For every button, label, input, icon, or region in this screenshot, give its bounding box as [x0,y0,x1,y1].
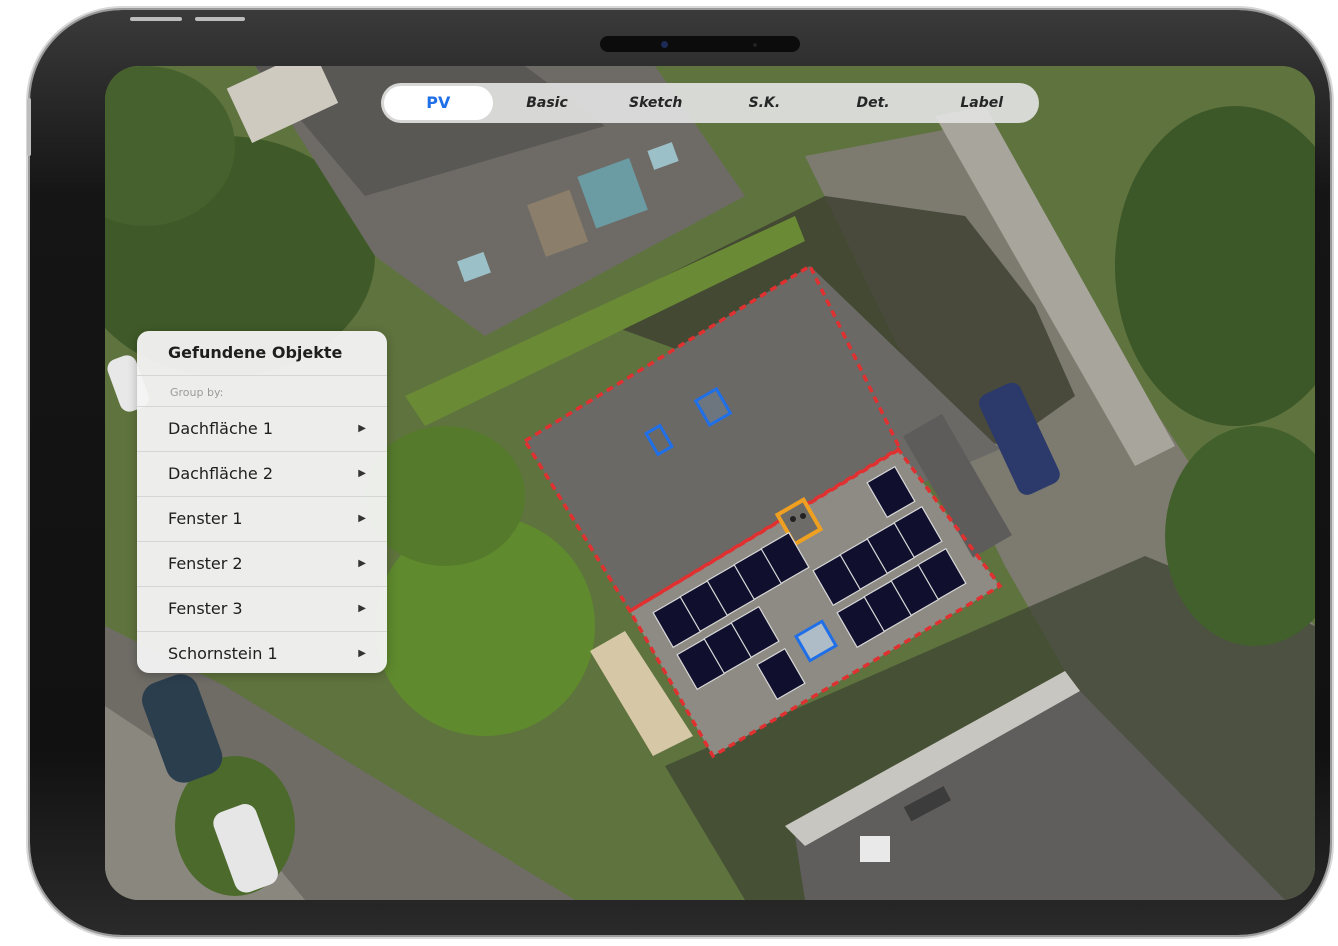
tab-det[interactable]: Det. [819,86,928,120]
list-item-fenster-2[interactable]: Fenster 2 ▶ [137,542,387,587]
tree [365,426,525,566]
triangle-right-icon: ▶ [358,603,366,614]
triangle-right-icon: ▶ [358,513,366,524]
list-item-dachflaeche-2[interactable]: Dachfläche 2 ▶ [137,452,387,497]
sensor-dot [753,43,757,47]
list-item-schornstein-1[interactable]: Schornstein 1 ▶ [137,632,387,673]
chimney-flue [790,516,796,522]
tab-basic[interactable]: Basic [493,86,602,120]
triangle-right-icon: ▶ [358,423,366,434]
triangle-right-icon: ▶ [358,558,366,569]
list-item-fenster-3[interactable]: Fenster 3 ▶ [137,587,387,632]
list-item-label: Dachfläche 2 [168,464,273,483]
list-item-label: Fenster 2 [168,554,243,573]
list-item-label: Fenster 3 [168,599,243,618]
list-item-label: Fenster 1 [168,509,243,528]
tab-pv[interactable]: PV [384,86,493,120]
skylight-south [860,836,890,862]
mode-segmented-control: PV Basic Sketch S.K. Det. Label [381,83,1039,123]
found-objects-panel: Gefundene Objekte Group by: Dachfläche 1… [137,331,387,673]
panel-title: Gefundene Objekte [137,331,387,376]
tab-sk[interactable]: S.K. [710,86,819,120]
tab-sketch[interactable]: Sketch [601,86,710,120]
list-item-label: Dachfläche 1 [168,419,273,438]
top-button-right [195,17,245,21]
chimney-flue [800,513,806,519]
side-button [27,98,31,156]
triangle-right-icon: ▶ [358,648,366,659]
tablet-frame: PV Basic Sketch S.K. Det. Label Gefunden… [27,10,1330,935]
camera-icon [661,41,668,48]
group-by-label: Group by: [137,376,387,407]
screen: PV Basic Sketch S.K. Det. Label Gefunden… [105,66,1315,900]
camera-housing [600,36,800,52]
list-item-fenster-1[interactable]: Fenster 1 ▶ [137,497,387,542]
top-button-left [130,17,182,21]
list-item-dachflaeche-1[interactable]: Dachfläche 1 ▶ [137,407,387,452]
triangle-right-icon: ▶ [358,468,366,479]
tab-label[interactable]: Label [927,86,1036,120]
list-item-label: Schornstein 1 [168,644,278,663]
